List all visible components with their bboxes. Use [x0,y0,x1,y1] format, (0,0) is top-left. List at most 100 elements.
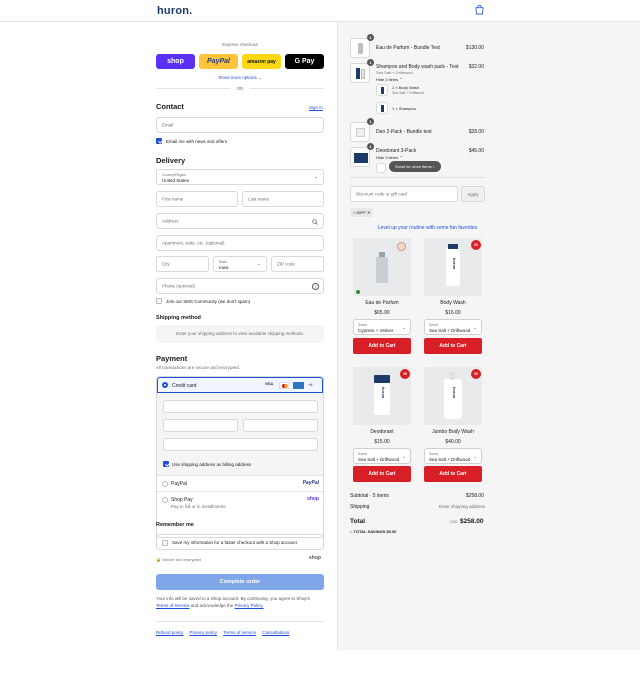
remember-checkbox[interactable] [162,539,168,546]
paypal-logo: PayPal [302,480,319,486]
sms-checkbox[interactable] [156,298,162,304]
cart-bag-icon[interactable] [475,5,484,15]
discount-tag-label: 50FF [356,210,366,215]
show-more-options-link[interactable]: Show more options ⌄ [156,75,324,81]
shop-pay-label: Shop Pay [171,497,193,503]
complete-order-button[interactable]: Complete order [156,574,324,590]
address-placeholder: Address [162,218,179,224]
total-value: $258.00 [460,518,484,525]
paypal-button[interactable]: PayPal [199,54,238,69]
scent-select[interactable]: Scent Sea Salt + Driftwood ⌄ [424,319,482,335]
shipping-value: Enter shipping address [438,504,485,509]
scroll-hint-label: Scroll for more items [395,164,432,169]
name-on-card-field[interactable] [163,438,318,451]
product-name: Body Wash [440,300,466,306]
paypal-radio[interactable] [162,481,168,487]
news-checkbox[interactable] [156,138,162,144]
country-value: United States [162,177,190,183]
add-to-cart-button[interactable]: Add to Cart [424,338,482,354]
add-to-cart-button[interactable]: Add to Cart [353,466,411,482]
terms-of-service-link[interactable]: Terms of service [223,630,256,635]
apartment-field[interactable]: Apartment, suite, etc. (optional) [156,235,324,251]
shop-pay-button[interactable]: shop [156,54,195,69]
add-to-cart-button[interactable]: Add to Cart [424,466,482,482]
mastercard-icon [279,382,289,389]
apply-button[interactable]: Apply [461,186,485,202]
hide-items-toggle[interactable]: Hide 2 items ⌃ [376,77,403,82]
billing-checkbox[interactable] [163,461,169,467]
phone-field[interactable]: Phone (optional) ? [156,278,324,294]
or-label: OR [230,86,250,91]
scent-select[interactable]: Scent Sea Salt + Driftwood ⌄ [424,448,482,464]
contact-heading: Contact [156,102,184,111]
cvv-field[interactable] [243,419,318,432]
product-name: Jumbo Body Wash [432,429,474,435]
sub-item-variant: Sea Salt + Driftwood [392,91,425,95]
product-name: Eau de Parfum [365,300,399,306]
billing-label: Use shipping address as billing address [172,462,252,467]
email-field[interactable]: Email [156,117,324,133]
item-thumbnail [350,38,370,58]
hide-items-toggle[interactable]: Hide 3 items ⌃ [376,155,403,160]
quantity-badge: 1 [367,59,374,66]
scent-label: Scent [429,451,438,456]
discount-placeholder: Discount code or gift card [356,191,408,197]
product-image[interactable] [353,238,411,296]
shop-pay-option[interactable]: Shop Pay Pay in full or in installments … [157,491,323,513]
city-placeholder: City [162,261,170,267]
privacy-link[interactable]: Privacy Policy. [235,603,264,608]
subtotal-label: Subtotal · 5 items [350,493,389,499]
scent-label: Scent [358,322,367,327]
amazon-pay-button[interactable]: amazon pay [242,54,281,69]
item-thumbnail [350,63,370,83]
discount-tag: ⌂ 50FF ✕ [350,208,374,217]
chevron-down-icon: ⌄ [402,325,406,330]
scent-select[interactable]: Scent Sea Salt + Driftwood ⌄ [353,448,411,464]
brand-logo[interactable]: huron. [157,5,192,17]
sign-in-link[interactable]: Sign in [309,105,323,110]
country-select[interactable]: Country/Region United States ⌄ [156,169,324,185]
search-icon [312,218,318,225]
express-checkout-title: Express checkout [222,42,258,47]
items-divider [350,177,485,178]
phone-placeholder: Phone (optional) [162,283,196,289]
card-number-field[interactable] [163,400,318,413]
terms-link[interactable]: Terms of Service [156,603,190,608]
google-pay-button[interactable]: G Pay [285,54,324,69]
product-price: $16.00 [445,310,461,316]
product-name: Deodorant [370,429,394,435]
savings-label: TOTAL SAVINGS [353,529,386,534]
item-variant: Sea Salt + Driftwood [376,70,413,75]
credit-card-radio[interactable] [162,382,168,388]
scent-value: Sea Salt + Driftwood [358,456,400,462]
remember-me-box[interactable]: Save my information for a faster checkou… [156,534,324,550]
scent-select[interactable]: Scent Cypress + Vetiver ⌄ [353,319,411,335]
last-name-field[interactable]: Last name [242,191,324,207]
paypal-option[interactable]: PayPal PayPal [157,475,323,491]
remember-me-heading: Remember me [156,522,194,528]
sub-item-thumbnail [376,163,386,173]
cancellations-link[interactable]: Cancellations [262,630,289,635]
city-field[interactable]: City [156,256,209,272]
credit-card-option[interactable]: Credit card VISA +4 [157,377,323,393]
state-label: State [219,259,228,264]
first-name-field[interactable]: First name [156,191,238,207]
privacy-policy-link[interactable]: Privacy policy [190,630,218,635]
zip-field[interactable]: ZIP code [271,256,324,272]
shop-pay-sublabel: Pay in full or in installments [171,504,226,509]
apartment-placeholder: Apartment, suite, etc. (optional) [162,240,225,246]
help-icon[interactable]: ? [312,282,319,290]
expiry-field[interactable] [163,419,238,432]
add-to-cart-button[interactable]: Add to Cart [353,338,411,354]
remove-tag-icon[interactable]: ✕ [367,210,370,215]
item-thumbnail [350,122,370,142]
paypal-label: PayPal [171,481,187,487]
address-field[interactable]: Address [156,213,324,229]
state-select[interactable]: State Iowa ⌄ [213,256,267,272]
shop-pay-radio[interactable] [162,497,168,503]
discount-field[interactable]: Discount code or gift card [350,186,458,202]
refund-policy-link[interactable]: Refund policy [156,630,183,635]
more-cards-badge: +4 [308,382,313,387]
scroll-hint[interactable]: Scroll for more items ↓ [389,161,441,172]
quantity-badge: 1 [367,118,374,125]
